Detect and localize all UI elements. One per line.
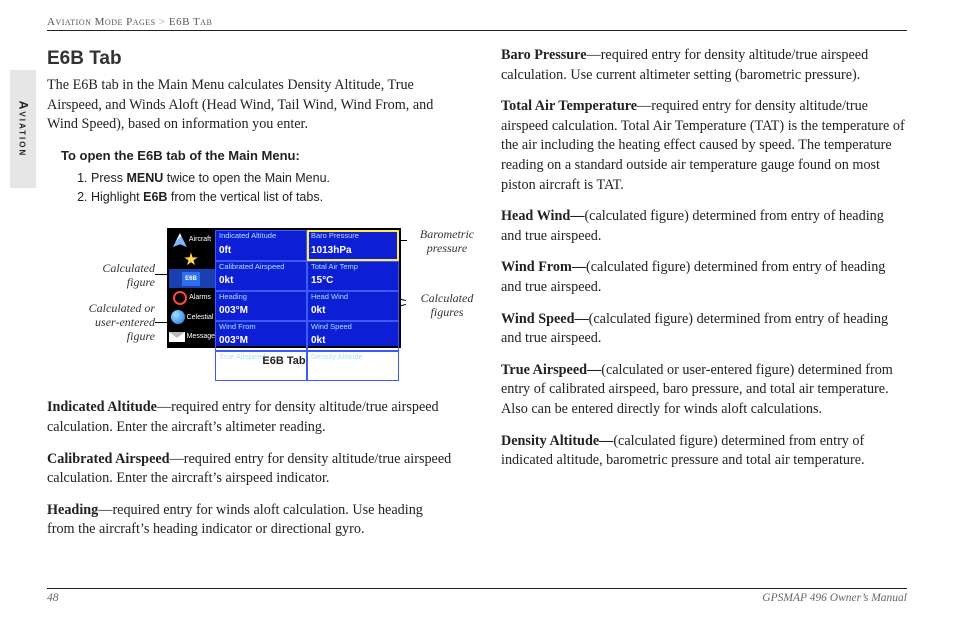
para-baro-pressure: Baro Pressure—required entry for density… bbox=[501, 46, 907, 85]
figure-caption: E6B Tab bbox=[167, 354, 401, 369]
alarm-icon bbox=[173, 291, 187, 305]
cell-heading: Heading003°M bbox=[215, 291, 307, 321]
para-wind-from: Wind From—(calculated figure) determined… bbox=[501, 258, 907, 297]
breadcrumb-sep: > bbox=[159, 16, 166, 28]
breadcrumb: Aviation Mode Pages > E6B Tab bbox=[47, 16, 907, 31]
page-title: E6B Tab bbox=[47, 46, 453, 72]
device-tab-e6b bbox=[169, 269, 215, 288]
device-tab-strip: Aircraft Alarms Celestial Message bbox=[169, 230, 215, 346]
callout-baro: Barometric pressure bbox=[407, 228, 487, 256]
side-tab-aviation: Aviation bbox=[10, 70, 36, 188]
device-tab-celestial: Celestial bbox=[169, 308, 215, 327]
device-tab-star bbox=[169, 250, 215, 269]
star-icon bbox=[184, 252, 198, 266]
globe-icon bbox=[171, 310, 185, 324]
breadcrumb-b: E6B Tab bbox=[169, 16, 212, 28]
cell-total-air-temp: Total Air Temp15°C bbox=[307, 261, 399, 291]
instruction-heading: To open the E6B tab of the Main Menu: bbox=[61, 147, 453, 165]
para-head-wind: Head Wind—(calculated figure) determined… bbox=[501, 207, 907, 246]
manual-title: GPSMAP 496 Owner’s Manual bbox=[762, 592, 907, 604]
right-column: Baro Pressure—required entry for density… bbox=[501, 46, 907, 578]
step-1: Press MENU twice to open the Main Menu. bbox=[91, 169, 453, 188]
cell-wind-speed: Wind Speed0kt bbox=[307, 321, 399, 351]
para-total-air-temperature: Total Air Temperature—required entry for… bbox=[501, 97, 907, 195]
left-column: E6B Tab The E6B tab in the Main Menu cal… bbox=[47, 46, 453, 578]
callout-calc-figures: Calculated figures bbox=[407, 292, 487, 320]
device-grid: Indicated Altitude0ft Baro Pressure1013h… bbox=[215, 230, 399, 346]
step-2: Highlight E6B from the vertical list of … bbox=[91, 188, 453, 207]
cell-calibrated-airspeed: Calibrated Airspeed0kt bbox=[215, 261, 307, 291]
plane-icon bbox=[173, 233, 187, 247]
cell-wind-from: Wind From003°M bbox=[215, 321, 307, 351]
side-tab-label: Aviation bbox=[16, 101, 30, 158]
para-wind-speed: Wind Speed—(calculated figure) determine… bbox=[501, 310, 907, 349]
page-number: 48 bbox=[47, 592, 59, 604]
para-true-airspeed: True Airspeed—(calculated or user-entere… bbox=[501, 361, 907, 420]
device-tab-aircraft: Aircraft bbox=[169, 230, 215, 249]
e6b-icon bbox=[182, 272, 200, 286]
instruction-steps: Press MENU twice to open the Main Menu. … bbox=[91, 169, 453, 207]
para-density-altitude: Density Altitude—(calculated figure) det… bbox=[501, 432, 907, 471]
para-heading: Heading—required entry for winds aloft c… bbox=[47, 501, 453, 540]
e6b-device: Aircraft Alarms Celestial Message Indica… bbox=[167, 228, 401, 348]
callout-calc-figure: Calculated figure bbox=[47, 262, 155, 290]
cell-indicated-altitude: Indicated Altitude0ft bbox=[215, 230, 307, 260]
device-tab-message: Message bbox=[169, 327, 215, 346]
intro-paragraph: The E6B tab in the Main Menu calculates … bbox=[47, 76, 453, 135]
page-footer: 48 GPSMAP 496 Owner’s Manual bbox=[47, 588, 907, 604]
device-tab-alarms: Alarms bbox=[169, 288, 215, 307]
para-calibrated-airspeed: Calibrated Airspeed—required entry for d… bbox=[47, 450, 453, 489]
cell-head-wind: Head Wind0kt bbox=[307, 291, 399, 321]
e6b-figure: Calculated figure Calculated or user-ent… bbox=[47, 222, 453, 392]
para-indicated-altitude: Indicated Altitude—required entry for de… bbox=[47, 398, 453, 437]
callout-calc-or-user: Calculated or user-entered figure bbox=[47, 302, 155, 343]
cell-baro-pressure: Baro Pressure1013hPa bbox=[307, 230, 399, 260]
breadcrumb-a: Aviation Mode Pages bbox=[47, 16, 156, 28]
message-icon bbox=[169, 332, 185, 342]
